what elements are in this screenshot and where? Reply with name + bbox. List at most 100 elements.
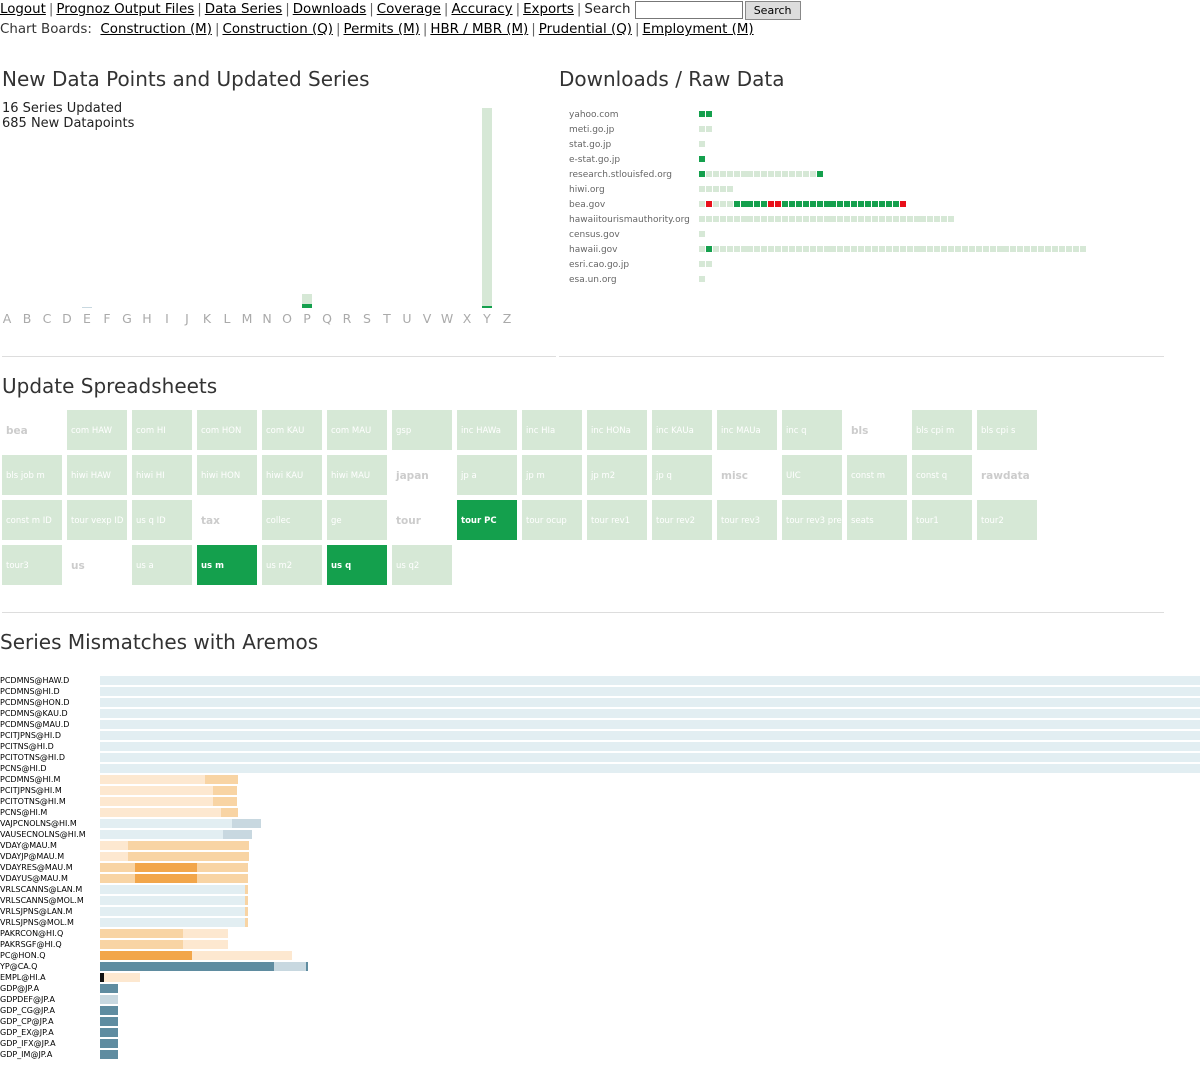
mismatch-bar-segment[interactable] xyxy=(100,753,1200,762)
download-status-square[interactable] xyxy=(699,216,705,222)
mismatch-bar-segment[interactable] xyxy=(100,676,1200,685)
nav-link-prognoz-output-files[interactable]: Prognoz Output Files xyxy=(56,2,194,17)
mismatch-bar-segment[interactable] xyxy=(100,731,1200,740)
download-status-square[interactable] xyxy=(920,246,927,252)
mismatch-series-label[interactable]: VRLSCANNS@LAN.M xyxy=(0,885,82,895)
download-status-square[interactable] xyxy=(1024,246,1031,252)
mismatch-bar-segment[interactable] xyxy=(100,863,136,872)
mismatch-bar-segment[interactable] xyxy=(213,797,238,806)
mismatch-bar-segment[interactable] xyxy=(100,687,1200,696)
mismatch-bar-segment[interactable] xyxy=(100,808,221,817)
download-status-square[interactable] xyxy=(795,171,802,177)
download-status-square[interactable] xyxy=(913,216,920,222)
spreadsheet-tile[interactable]: hiwi HON xyxy=(197,455,257,495)
download-status-square[interactable] xyxy=(733,201,740,207)
download-status-square[interactable] xyxy=(968,246,975,252)
letter-i[interactable]: I xyxy=(165,311,169,326)
letter-q[interactable]: Q xyxy=(322,311,332,326)
mismatch-bar-segment[interactable] xyxy=(104,973,140,982)
download-status-square[interactable] xyxy=(809,216,816,222)
download-status-square[interactable] xyxy=(851,201,858,207)
mismatch-bar-segment[interactable] xyxy=(100,918,246,927)
mismatch-bar-segment[interactable] xyxy=(100,830,224,839)
download-status-square[interactable] xyxy=(955,246,962,252)
download-status-square[interactable] xyxy=(699,171,705,177)
download-status-square[interactable] xyxy=(754,171,761,177)
spreadsheet-tile[interactable]: us q2 xyxy=(392,545,452,585)
download-status-square[interactable] xyxy=(899,246,906,252)
mismatch-bar-segment[interactable] xyxy=(245,896,249,905)
download-status-square[interactable] xyxy=(726,246,733,252)
download-status-square[interactable] xyxy=(948,246,955,252)
mismatch-bar-segment[interactable] xyxy=(245,907,249,916)
download-status-square[interactable] xyxy=(1045,246,1051,252)
spreadsheet-tile[interactable]: const m xyxy=(847,455,907,495)
mismatch-series-label[interactable]: PCITJPNS@HI.M xyxy=(0,786,62,796)
download-status-square[interactable] xyxy=(782,171,789,177)
spreadsheet-tile[interactable]: tour vexp ID xyxy=(67,500,127,540)
download-status-square[interactable] xyxy=(927,246,934,252)
download-status-square[interactable] xyxy=(1072,246,1079,252)
mismatch-series-label[interactable]: PAKRCON@HI.Q xyxy=(0,929,63,939)
mismatch-bar-segment[interactable] xyxy=(100,984,118,993)
download-status-square[interactable] xyxy=(802,171,809,177)
spreadsheet-tile[interactable]: us q ID xyxy=(132,500,192,540)
mismatch-bar-segment[interactable] xyxy=(100,1028,118,1037)
download-status-square[interactable] xyxy=(809,171,816,177)
download-status-square[interactable] xyxy=(705,261,712,267)
download-status-square[interactable] xyxy=(719,171,726,177)
mismatch-bar-segment[interactable] xyxy=(182,940,228,949)
mismatch-series-label[interactable]: VDAY@MAU.M xyxy=(0,841,57,851)
download-status-square[interactable] xyxy=(1079,246,1086,252)
mismatch-series-label[interactable]: PCDMNS@MAU.D xyxy=(0,720,69,730)
download-status-square[interactable] xyxy=(705,246,712,252)
mismatch-series-label[interactable]: PCITOTNS@HI.M xyxy=(0,797,66,807)
mismatch-series-label[interactable]: GDP@JP.A xyxy=(0,984,39,994)
spreadsheet-tile[interactable]: tour ocup xyxy=(522,500,582,540)
download-status-square[interactable] xyxy=(858,216,865,222)
mismatch-bar-segment[interactable] xyxy=(100,797,214,806)
download-status-square[interactable] xyxy=(816,171,823,177)
download-status-square[interactable] xyxy=(705,201,712,207)
download-status-square[interactable] xyxy=(920,216,927,222)
download-status-square[interactable] xyxy=(899,216,906,222)
download-status-square[interactable] xyxy=(982,246,989,252)
mismatch-bar-segment[interactable] xyxy=(221,808,238,817)
spreadsheet-tile[interactable]: hiwi HAW xyxy=(67,455,127,495)
spreadsheet-tile[interactable]: tour3 xyxy=(2,545,62,585)
download-status-square[interactable] xyxy=(705,186,712,192)
download-status-square[interactable] xyxy=(726,186,733,192)
mismatch-series-label[interactable]: PCNS@HI.D xyxy=(0,764,47,774)
download-status-square[interactable] xyxy=(740,216,747,222)
spreadsheet-tile[interactable]: tour rev1 xyxy=(587,500,647,540)
download-status-square[interactable] xyxy=(1038,246,1045,252)
letter-e[interactable]: E xyxy=(83,311,91,326)
download-status-square[interactable] xyxy=(761,216,768,222)
mismatch-bar-segment[interactable] xyxy=(100,995,118,1004)
mismatch-series-label[interactable]: VAUSECNOLNS@HI.M xyxy=(0,830,86,840)
spreadsheet-tile[interactable]: UIC xyxy=(782,455,842,495)
download-status-square[interactable] xyxy=(699,261,705,267)
mismatch-series-label[interactable]: PCITOTNS@HI.D xyxy=(0,753,65,763)
letter-w[interactable]: W xyxy=(441,311,453,326)
mismatch-series-label[interactable]: PC@HON.Q xyxy=(0,951,46,961)
download-status-square[interactable] xyxy=(802,216,809,222)
download-status-square[interactable] xyxy=(788,201,795,207)
download-status-square[interactable] xyxy=(913,246,920,252)
download-status-square[interactable] xyxy=(705,111,712,117)
download-status-square[interactable] xyxy=(996,246,1003,252)
download-status-square[interactable] xyxy=(989,246,996,252)
download-status-square[interactable] xyxy=(802,201,809,207)
download-status-square[interactable] xyxy=(837,201,844,207)
download-status-square[interactable] xyxy=(872,201,878,207)
download-status-square[interactable] xyxy=(823,201,830,207)
download-status-square[interactable] xyxy=(830,201,837,207)
download-status-square[interactable] xyxy=(699,201,705,207)
mismatch-bar-segment[interactable] xyxy=(100,852,128,861)
download-status-square[interactable] xyxy=(775,246,782,252)
spreadsheet-tile[interactable]: inc q xyxy=(782,410,842,450)
download-status-square[interactable] xyxy=(712,246,719,252)
download-status-square[interactable] xyxy=(975,246,982,252)
download-status-square[interactable] xyxy=(747,171,754,177)
download-source-name[interactable]: hiwi.org xyxy=(569,184,605,196)
